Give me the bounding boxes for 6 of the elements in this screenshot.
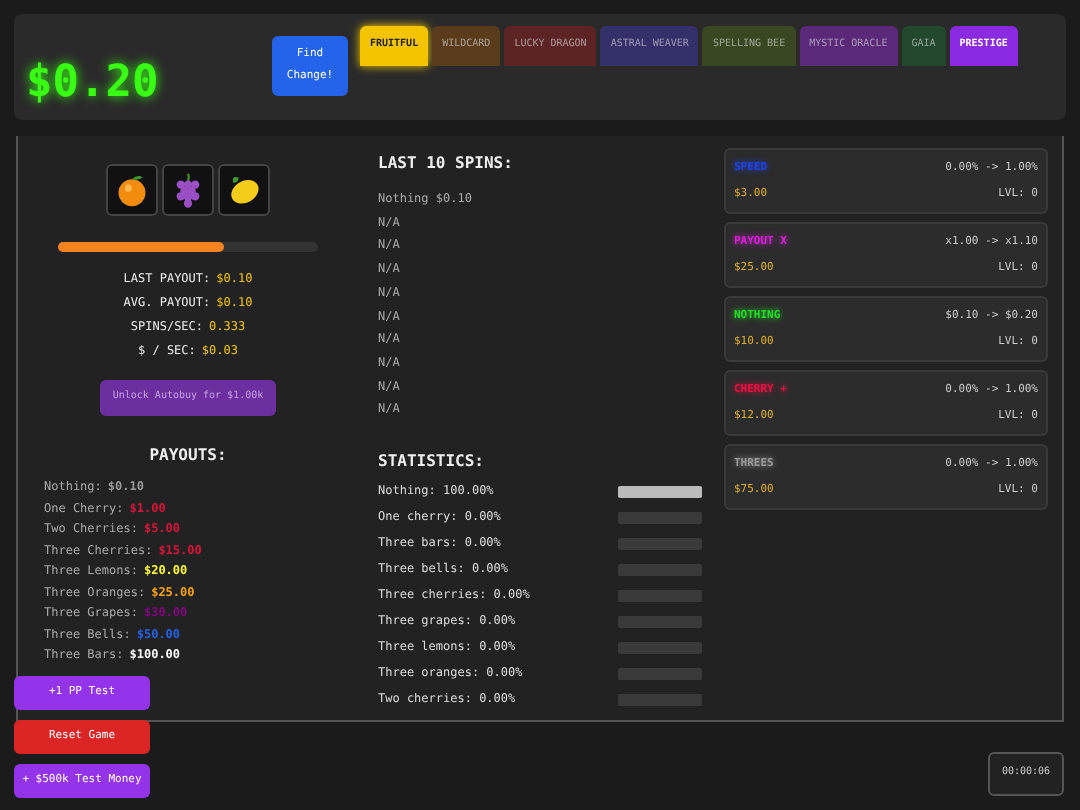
section-heading: PAYOUTS: (149, 444, 227, 468)
section-heading: LAST 10 SPINS: (378, 152, 515, 176)
lemon-icon (226, 172, 262, 208)
section-heading: STATISTICS: (378, 450, 486, 475)
citrus-icon (114, 172, 150, 208)
balance-display: $0.20 (26, 56, 161, 112)
